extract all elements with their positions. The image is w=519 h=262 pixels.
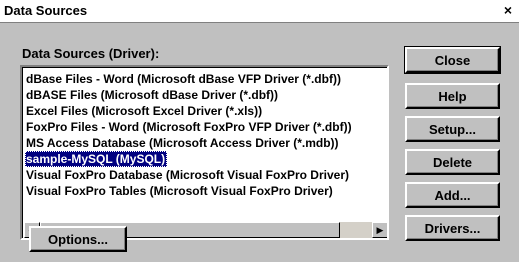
listbox-frame: dBase Files - Word (Microsoft dBase VFP … (22, 67, 387, 238)
add-button[interactable]: Add... (405, 182, 500, 208)
list-item-selected[interactable]: sample-MySQL (MySQL) (25, 151, 168, 167)
window-title: Data Sources (4, 3, 88, 18)
title-bar: Data Sources × (0, 0, 519, 23)
list-item[interactable]: Visual FoxPro Tables (Microsoft Visual F… (25, 183, 335, 199)
list-item[interactable]: Excel Files (Microsoft Excel Driver (*.x… (25, 103, 264, 119)
help-button[interactable]: Help (405, 83, 500, 109)
options-button[interactable]: Options... (29, 226, 127, 252)
list-item[interactable]: FoxPro Files - Word (Microsoft FoxPro VF… (25, 119, 354, 135)
close-icon[interactable]: × (500, 2, 516, 18)
list-item[interactable]: dBase Files - Word (Microsoft dBase VFP … (25, 71, 343, 87)
data-sources-dialog: Data Sources × Data Sources (Driver): dB… (0, 0, 519, 262)
scroll-right-icon[interactable]: ▶ (372, 222, 387, 238)
delete-button[interactable]: Delete (405, 149, 500, 175)
list-item[interactable]: dBASE Files (Microsoft dBase Driver (*.d… (25, 87, 280, 103)
setup-button[interactable]: Setup... (405, 116, 500, 142)
drivers-button[interactable]: Drivers... (405, 215, 500, 241)
data-sources-label: Data Sources (Driver): (22, 46, 160, 61)
list-item[interactable]: MS Access Database (Microsoft Access Dri… (25, 135, 341, 151)
close-button[interactable]: Close (404, 46, 501, 74)
data-sources-listbox[interactable]: dBase Files - Word (Microsoft dBase VFP … (20, 65, 389, 240)
list-item[interactable]: Visual FoxPro Database (Microsoft Visual… (25, 167, 351, 183)
